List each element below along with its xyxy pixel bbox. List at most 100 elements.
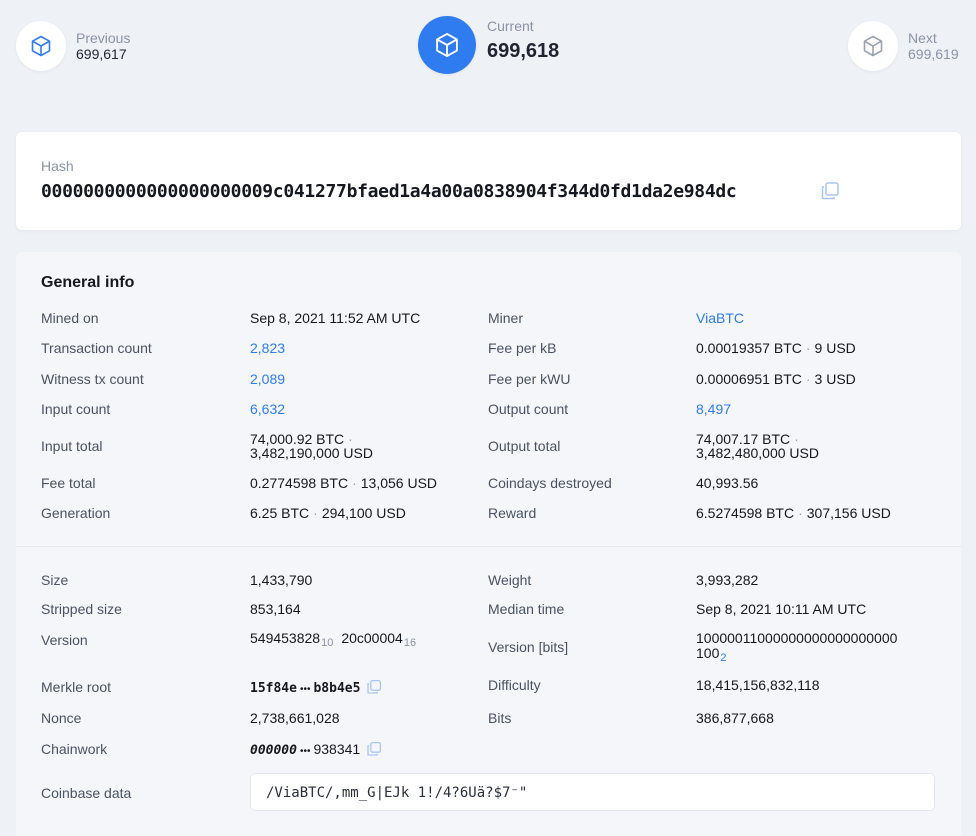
merkle-root-label: Merkle root [41, 679, 112, 695]
version-decimal-base: 10 [321, 637, 334, 649]
output-total-label: Output total [488, 438, 561, 454]
witness-count-link[interactable]: 2,089 [250, 372, 285, 387]
fee-total-label: Fee total [41, 475, 96, 491]
weight-label: Weight [488, 572, 532, 588]
coindays-value: 40,993.56 [696, 475, 759, 491]
input-total-label: Input total [41, 438, 103, 454]
output-total-value: 74,007.17 BTC · 3,482,480,000 USD [696, 432, 819, 460]
size-label: Size [41, 572, 69, 588]
fee-per-kb-label: Fee per kB [488, 340, 557, 356]
hash-label: Hash [41, 158, 74, 174]
reward-usd: 307,156 USD [806, 505, 891, 521]
merkle-root-end: b8b4e5 [313, 681, 361, 696]
coinbase-label: Coinbase data [41, 785, 132, 801]
section-title: General info [41, 274, 135, 291]
cube-icon [418, 16, 476, 74]
input-total-value: 74,000.92 BTC · 3,482,190,000 USD [250, 432, 373, 460]
mined-on-label: Mined on [41, 310, 99, 326]
weight-value: 3,993,282 [696, 572, 759, 588]
current-block: Current 699,618 [418, 16, 559, 74]
version-bits-base: 2 [720, 652, 727, 664]
size-value: 1,433,790 [250, 572, 313, 588]
next-block-link[interactable]: Next 699,619 [848, 21, 959, 71]
version-bits-label: Version [bits] [488, 639, 569, 655]
coindays-label: Coindays destroyed [488, 475, 612, 491]
chainwork-value: 000000 ••• 938341 [250, 741, 382, 760]
current-block-number: 699,618 [487, 40, 560, 62]
fee-per-kb-value: 0.00019357 BTC · 9 USD [696, 341, 856, 356]
fee-per-kwu-label: Fee per kWU [488, 371, 571, 387]
output-count-label: Output count [488, 401, 569, 417]
input-total-usd: 3,482,190,000 USD [250, 445, 373, 461]
tx-count-label: Transaction count [41, 340, 152, 356]
chainwork-end: 938341 [313, 741, 361, 757]
version-bits-value: 10000011000000000000000000 1002 [696, 631, 897, 666]
generation-btc: 6.25 BTC [250, 505, 310, 521]
witness-count-label: Witness tx count [41, 371, 144, 387]
fee-total-usd: 13,056 USD [360, 475, 438, 491]
version-bits-line1: 10000011000000000000000000 [696, 630, 898, 646]
general-info-card: General info Mined on Sep 8, 2021 11:52 … [16, 252, 961, 836]
input-count-label: Input count [41, 401, 111, 417]
output-total-usd: 3,482,480,000 USD [696, 445, 819, 461]
previous-block-link[interactable]: Previous 699,617 [16, 21, 130, 71]
fee-total-value: 0.2774598 BTC · 13,056 USD [250, 476, 437, 491]
previous-label: Previous [76, 29, 131, 46]
fee-per-kb-btc: 0.00019357 BTC [696, 340, 802, 356]
separator-dot: · [313, 505, 318, 521]
stripped-size-label: Stripped size [41, 601, 122, 617]
ellipsis: ••• [299, 746, 311, 757]
reward-btc: 6.5274598 BTC [696, 505, 795, 521]
separator-dot: · [805, 371, 811, 387]
fee-per-kb-usd: 9 USD [814, 340, 856, 356]
separator-dot: · [352, 475, 357, 491]
fee-total-btc: 0.2774598 BTC [250, 475, 349, 491]
block-hash: 0000000000000000000009c041277bfaed1a4a00… [41, 181, 737, 202]
fee-per-kwu-value: 0.00006951 BTC · 3 USD [696, 372, 856, 387]
generation-usd: 294,100 USD [321, 505, 406, 521]
next-label: Next [908, 29, 937, 46]
bits-value: 386,877,668 [696, 710, 774, 726]
nonce-value: 2,738,661,028 [250, 710, 340, 726]
separator-dot: · [805, 340, 811, 356]
current-label: Current [487, 18, 534, 34]
section-divider [16, 546, 961, 547]
difficulty-label: Difficulty [488, 677, 541, 693]
fee-per-kwu-usd: 3 USD [814, 371, 856, 387]
miner-link[interactable]: ViaBTC [696, 311, 744, 326]
median-time-label: Median time [488, 601, 565, 617]
hash-card: Hash 0000000000000000000009c041277bfaed1… [16, 132, 961, 230]
ellipsis: ••• [299, 684, 311, 695]
coinbase-data[interactable]: /ViaBTC/,mm_G|EJk 1!/4?6Uä?$7⁻" [250, 773, 935, 811]
version-decimal: 549453828 [250, 630, 321, 646]
version-value: 54945382810 20c0000416 [250, 631, 416, 651]
reward-label: Reward [488, 505, 537, 521]
reward-value: 6.5274598 BTC · 307,156 USD [696, 506, 891, 521]
bits-label: Bits [488, 710, 512, 726]
version-bits-line2: 100 [696, 645, 720, 661]
block-navigation: Previous 699,617 Current 699,618 Next 69… [0, 0, 976, 110]
merkle-root-value: 15f84e ••• b8b4e5 [250, 679, 382, 698]
miner-label: Miner [488, 310, 524, 326]
version-hex-base: 16 [403, 637, 417, 649]
next-block-number: 699,619 [908, 45, 959, 62]
tx-count-link[interactable]: 2,823 [250, 341, 285, 356]
cube-icon [848, 21, 898, 71]
generation-label: Generation [41, 505, 111, 521]
difficulty-value: 18,415,156,832,118 [696, 677, 820, 693]
merkle-root-start: 15f84e [250, 681, 297, 696]
chainwork-start: 000000 [250, 743, 297, 758]
nonce-label: Nonce [41, 710, 82, 726]
copy-icon[interactable] [366, 679, 382, 698]
output-count-link[interactable]: 8,497 [696, 402, 731, 417]
generation-value: 6.25 BTC · 294,100 USD [250, 506, 406, 521]
input-count-link[interactable]: 6,632 [250, 402, 285, 417]
fee-per-kwu-btc: 0.00006951 BTC [696, 371, 802, 387]
separator-dot: · [798, 505, 803, 521]
copy-icon[interactable] [366, 741, 382, 760]
version-label: Version [41, 632, 88, 648]
copy-icon[interactable] [820, 181, 840, 206]
median-time-value: Sep 8, 2021 10:11 AM UTC [696, 601, 867, 617]
mined-on-value: Sep 8, 2021 11:52 AM UTC [250, 310, 421, 326]
cube-icon [16, 21, 66, 71]
